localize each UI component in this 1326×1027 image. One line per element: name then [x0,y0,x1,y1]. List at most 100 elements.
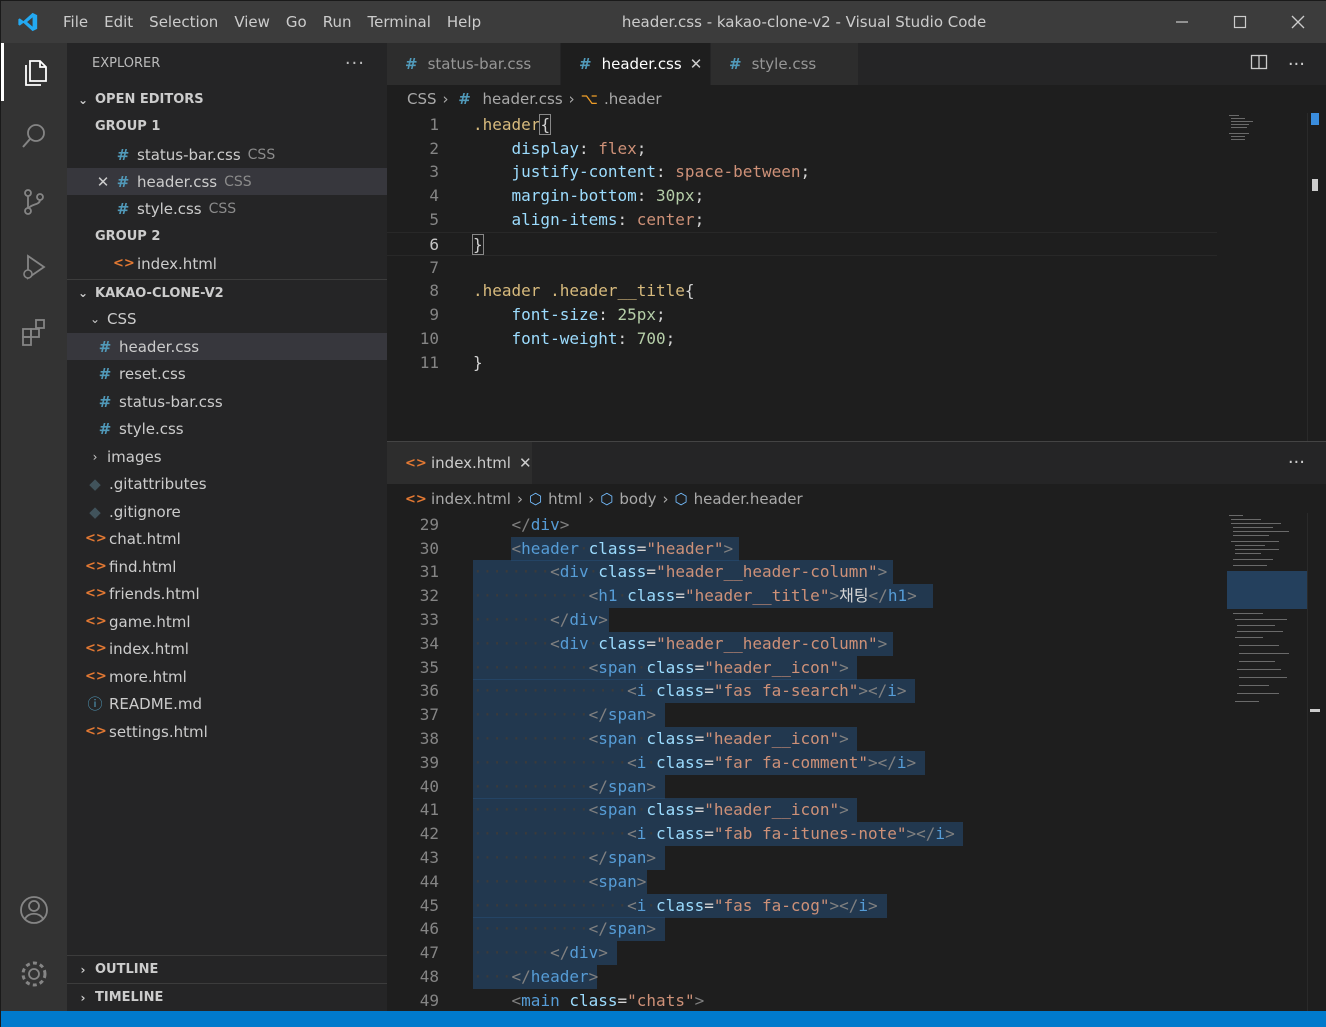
folder-css[interactable]: ⌄ CSS [67,305,387,332]
status-bar [1,1011,1326,1027]
menu-view[interactable]: View [226,1,278,43]
line-number: 35 [419,658,439,677]
css-file-icon: # [729,55,742,73]
menu-go[interactable]: Go [278,1,315,43]
maximize-button[interactable] [1211,1,1269,43]
timeline-section[interactable]: › TIMELINE [67,983,387,1011]
close-icon[interactable]: ✕ [93,173,113,191]
group-label: GROUP 2 [95,229,161,244]
menu-terminal[interactable]: Terminal [360,1,439,43]
accounts-icon[interactable] [1,881,67,939]
tree-file-item[interactable]: <> game.html [67,608,387,635]
menu-selection[interactable]: Selection [141,1,226,43]
line-number: 41 [419,800,439,819]
extensions-icon[interactable] [1,303,67,361]
explorer-icon[interactable] [1,43,67,101]
source-control-icon[interactable] [1,173,67,231]
more-actions-icon[interactable]: ··· [345,53,365,74]
css-file-icon: # [405,55,418,73]
tree-file-item[interactable]: # reset.css [67,360,387,387]
close-tab-icon[interactable]: ✕ [690,55,703,73]
tab-index-html[interactable]: <> index.html ✕ [387,442,533,484]
breadcrumb-item[interactable]: index.html [431,490,511,508]
breadcrumb-item[interactable]: .header [604,90,662,108]
open-editors-section[interactable]: ⌄ OPEN EDITORS [67,86,387,113]
chevron-right-icon: › [588,490,595,508]
breadcrumb-item[interactable]: CSS [407,90,437,108]
minimize-button[interactable] [1153,1,1211,43]
chevron-right-icon: › [662,490,669,508]
file-name: more.html [109,667,187,686]
group-1-label: GROUP 1 [67,113,387,140]
breadcrumb-item[interactable]: header.header [694,490,803,508]
tab-status-bar-css[interactable]: # status-bar.css [387,43,561,85]
project-section[interactable]: ⌄ KAKAO-CLONE-V2 [67,279,387,306]
breadcrumb-item[interactable]: html [548,490,582,508]
more-actions-icon[interactable]: ··· [1288,54,1305,75]
tree-file-item[interactable]: <> more.html [67,663,387,690]
tree-file-item[interactable]: ◆ .gitattributes [67,470,387,497]
tree-file-item[interactable]: ⓘ README.md [67,690,387,717]
css-scrollbar[interactable] [1307,113,1321,441]
tree-file-item[interactable]: <> find.html [67,553,387,580]
folder-images[interactable]: › images [67,443,387,470]
tree-file-item[interactable]: # style.css [67,415,387,442]
file-name: index.html [137,254,217,273]
tree-file-item[interactable]: <> chat.html [67,525,387,552]
file-name: friends.html [109,584,200,603]
file-name: README.md [109,694,203,713]
explorer-sidebar: EXPLORER ··· ⌄ OPEN EDITORS GROUP 1 # stat… [67,43,387,1011]
section-label: KAKAO-CLONE-V2 [95,285,224,301]
line-number: 8 [429,281,439,300]
line-number: 10 [419,329,439,348]
element-icon: ⬡ [528,490,543,508]
tree-file-item[interactable]: # header.css [67,333,387,360]
line-number: 42 [419,824,439,843]
menu-help[interactable]: Help [439,1,489,43]
folder-name: images [107,447,162,466]
breadcrumb-item[interactable]: body [619,490,656,508]
more-actions-icon[interactable]: ··· [1288,452,1305,473]
file-name: game.html [109,612,191,631]
breadcrumb-html: <> index.html › ⬡ html › ⬡ body › ⬡ header.head… [387,486,803,512]
open-editor-item[interactable]: <> index.html [67,250,387,277]
settings-gear-icon[interactable] [1,945,67,1003]
tab-header-css[interactable]: # header.css ✕ [561,43,711,85]
close-window-button[interactable] [1269,1,1326,43]
chevron-right-icon: › [92,449,98,464]
tab-style-css[interactable]: # style.css [711,43,859,85]
html-file-icon: <> [85,614,107,629]
line-number: 2 [429,139,439,158]
html-code-editor[interactable]: 29 </div> 30 <header·class="header"> 31 ·… [387,513,1217,1011]
minimap[interactable] [1227,113,1307,439]
file-lang: CSS [208,200,237,217]
tree-file-item[interactable]: <> settings.html [67,718,387,745]
html-scrollbar[interactable] [1307,513,1321,1011]
line-number: 37 [419,705,439,724]
open-editor-item-active[interactable]: ✕ # header.css CSS [67,168,387,195]
menu-file[interactable]: File [55,1,96,43]
run-debug-icon[interactable] [1,238,67,296]
outline-section[interactable]: › OUTLINE [67,955,387,983]
element-icon: ⬡ [674,490,688,508]
breadcrumb-item[interactable]: header.css [483,90,563,108]
search-icon[interactable] [1,107,67,165]
line-number: 3 [429,162,439,181]
window-controls [1153,1,1326,43]
tree-file-item[interactable]: ◆ .gitignore [67,498,387,525]
line-number: 49 [419,991,439,1010]
minimap-html[interactable] [1227,513,1307,1011]
section-label: OUTLINE [95,962,159,977]
tree-file-item[interactable]: <> index.html [67,635,387,662]
close-tab-icon[interactable]: ✕ [519,454,532,472]
file-name: header.css [137,172,218,191]
tree-file-item[interactable]: # status-bar.css [67,388,387,415]
tree-file-item[interactable]: <> friends.html [67,580,387,607]
menu-edit[interactable]: Edit [96,1,141,43]
menu-run[interactable]: Run [315,1,360,43]
open-editor-item[interactable]: # status-bar.css CSS [67,141,387,168]
open-editor-item[interactable]: # style.css CSS [67,195,387,222]
css-file-icon: # [579,55,592,73]
split-editor-icon[interactable] [1250,53,1268,75]
file-name: style.css [137,199,202,218]
